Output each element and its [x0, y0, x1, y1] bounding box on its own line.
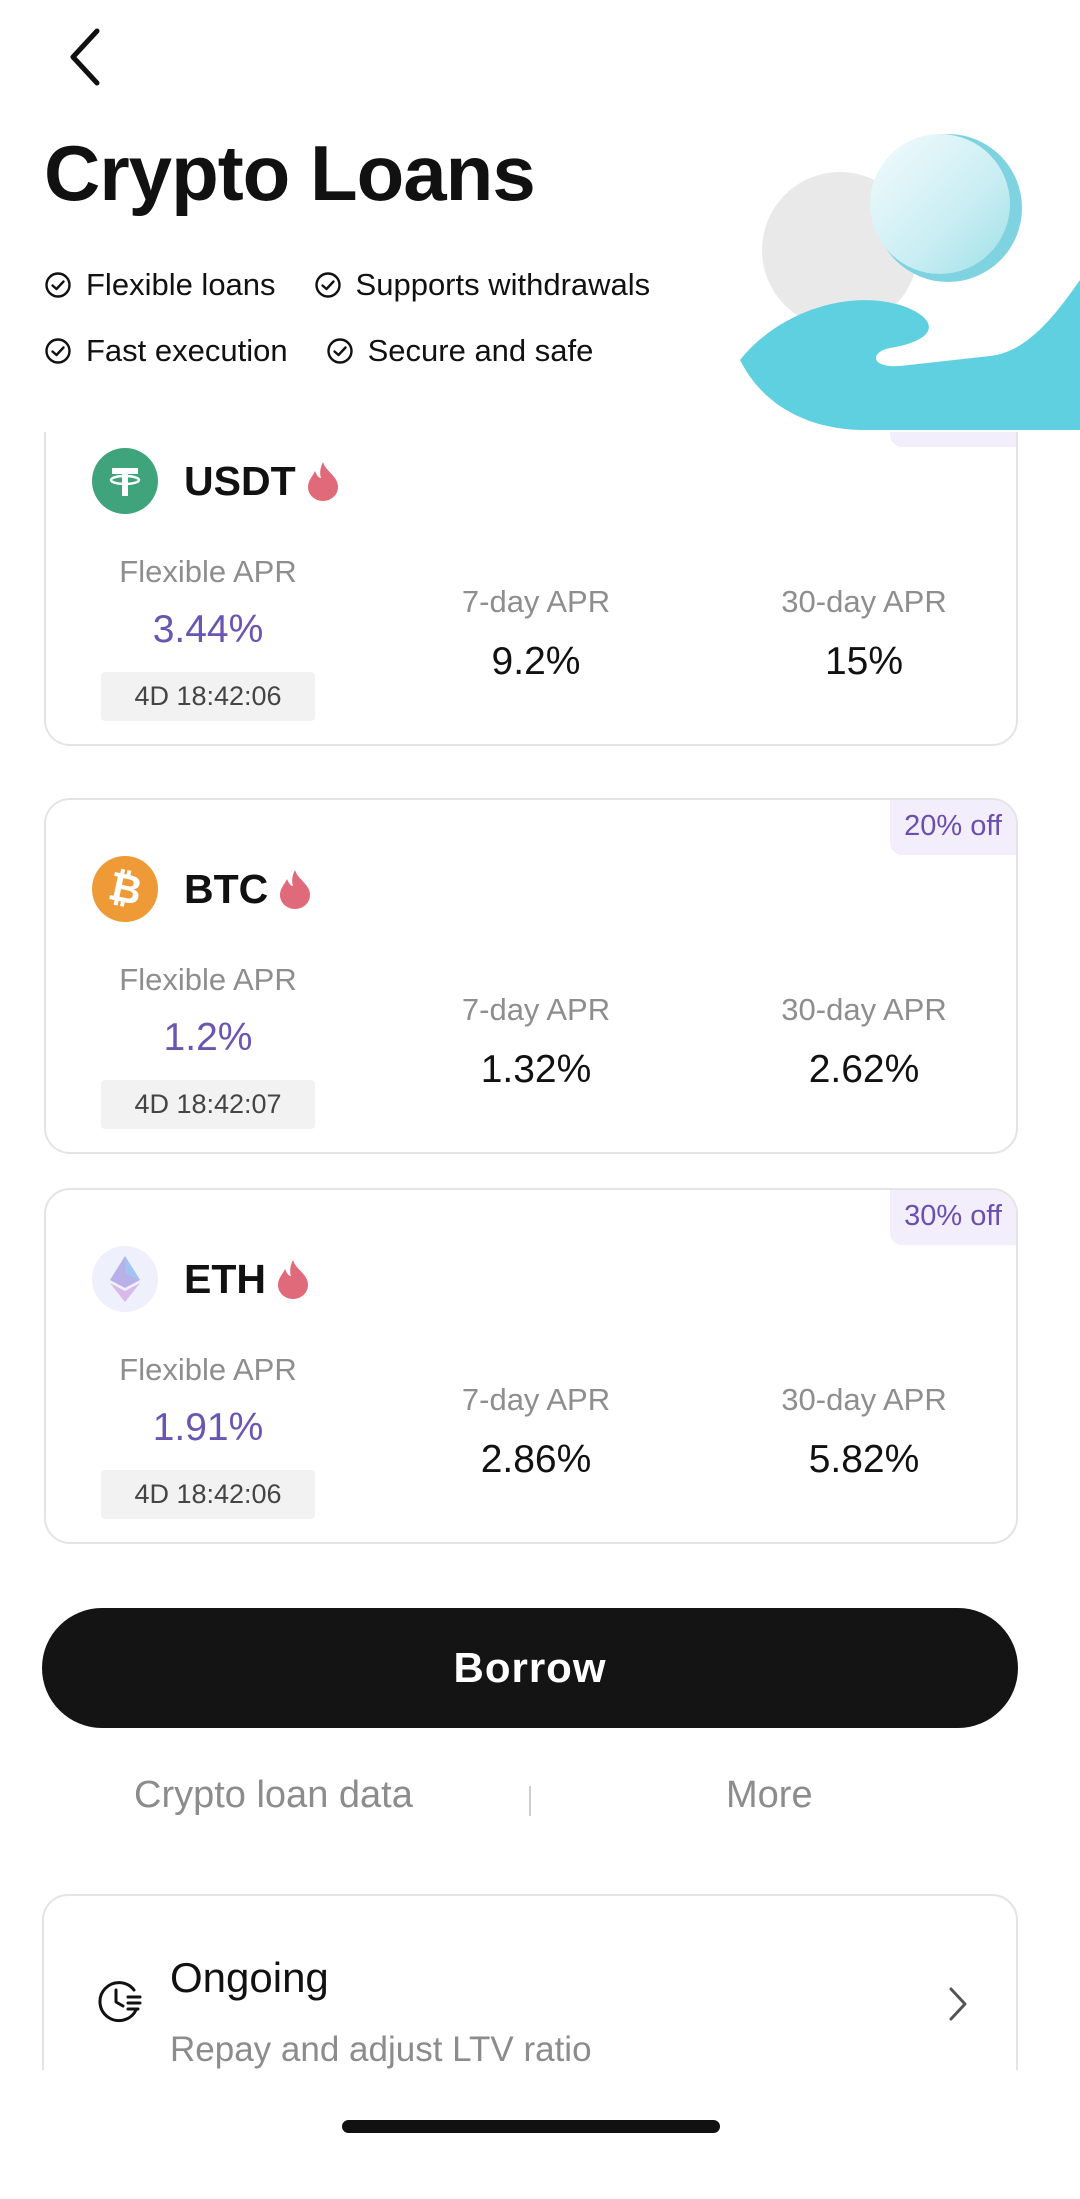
secondary-links: Crypto loan data More: [0, 1764, 1080, 1834]
page-title: Crypto Loans: [44, 129, 536, 217]
check-circle-icon: [314, 272, 341, 298]
crypto-loan-data-link[interactable]: Crypto loan data: [134, 1774, 413, 1817]
feature-row: Flexible loans Supports withdrawals: [44, 252, 764, 318]
coin-header: ₿ BTC: [92, 856, 312, 922]
thirty-day-apr-label: 30-day APR: [781, 584, 947, 619]
coin-face-shape: [870, 134, 1010, 274]
coin-name: USDT: [184, 457, 296, 504]
coin-header: USDT: [92, 448, 340, 514]
seven-day-apr-value: 1.32%: [480, 1048, 592, 1091]
clock-list-icon: [98, 1981, 142, 2023]
borrow-button[interactable]: Borrow: [42, 1608, 1018, 1728]
seven-day-apr-column: 7-day APR 1.32%: [396, 992, 676, 1092]
loan-card-btc[interactable]: 20% off ₿ BTC Flexible APR 1.2% 4D 18:42…: [44, 798, 1018, 1154]
flame-icon: [280, 870, 311, 909]
ongoing-section: Ongoing Repay and adjust LTV ratio: [0, 1894, 1080, 2070]
feature-item: Secure and safe: [326, 333, 594, 369]
check-circle-icon: [45, 338, 71, 364]
loan-card-eth[interactable]: 30% off ETH Flexible APR 1.91% 4D 18:42:…: [44, 1188, 1018, 1544]
ongoing-subtitle: Repay and adjust LTV ratio: [170, 2030, 592, 2069]
check-circle-icon: [326, 338, 353, 364]
loan-card-usdt[interactable]: 50% off USDT Flexible APR 3.44% 4D 18:42…: [44, 432, 1018, 746]
thirty-day-apr-column: 30-day APR 5.82%: [724, 1382, 1004, 1482]
thirty-day-apr-label: 30-day APR: [781, 1382, 947, 1417]
back-button[interactable]: [50, 22, 120, 92]
flexible-apr-label: Flexible APR: [119, 1352, 297, 1387]
discount-badge: 20% off: [890, 800, 1016, 855]
feature-item: Flexible loans: [44, 267, 276, 303]
seven-day-apr-label: 7-day APR: [461, 584, 611, 619]
ongoing-card[interactable]: Ongoing Repay and adjust LTV ratio: [42, 1894, 1018, 2070]
home-indicator[interactable]: [342, 2120, 720, 2133]
flexible-apr-column: Flexible APR 3.44% 4D 18:42:06: [88, 554, 328, 721]
seven-day-apr-label: 7-day APR: [461, 1382, 611, 1417]
thirty-day-apr-column: 30-day APR 2.62%: [724, 992, 1004, 1092]
feature-label: Fast execution: [86, 333, 288, 368]
seven-day-apr-column: 7-day APR 2.86%: [396, 1382, 676, 1482]
feature-label: Flexible loans: [86, 267, 276, 302]
countdown-timer: 4D 18:42:06: [101, 672, 315, 721]
countdown-timer: 4D 18:42:06: [101, 1470, 315, 1519]
coin-header: ETH: [92, 1246, 310, 1312]
thirty-day-apr-column: 30-day APR 15%: [724, 584, 1004, 684]
link-divider: [529, 1786, 531, 1816]
coin-name: ETH: [184, 1255, 266, 1302]
more-link[interactable]: More: [726, 1774, 813, 1817]
flexible-apr-column: Flexible APR 1.2% 4D 18:42:07: [88, 962, 328, 1129]
feature-label: Secure and safe: [367, 333, 594, 368]
feature-item: Fast execution: [44, 333, 288, 369]
flexible-apr-label: Flexible APR: [119, 962, 297, 997]
eth-logo-icon: [92, 1246, 158, 1312]
loan-card-list: 50% off USDT Flexible APR 3.44% 4D 18:42…: [0, 432, 1080, 1552]
feature-label: Supports withdrawals: [355, 267, 651, 302]
flexible-apr-column: Flexible APR 1.91% 4D 18:42:06: [88, 1352, 328, 1519]
ongoing-title: Ongoing: [170, 1954, 329, 2001]
seven-day-apr-column: 7-day APR 9.2%: [396, 584, 676, 684]
flexible-apr-value: 1.2%: [163, 1016, 253, 1059]
flame-icon: [278, 1260, 308, 1299]
discount-badge: 50% off: [890, 432, 1016, 447]
feature-item: Supports withdrawals: [314, 267, 651, 303]
feature-row: Fast execution Secure and safe: [44, 318, 764, 384]
thirty-day-apr-value: 2.62%: [808, 1048, 920, 1091]
chevron-left-icon: [70, 28, 100, 86]
thirty-day-apr-label: 30-day APR: [781, 992, 947, 1027]
seven-day-apr-value: 2.86%: [480, 1438, 592, 1481]
check-circle-icon: [45, 272, 71, 298]
discount-badge: 30% off: [890, 1190, 1016, 1245]
countdown-timer: 4D 18:42:07: [101, 1080, 315, 1129]
flexible-apr-label: Flexible APR: [119, 554, 297, 589]
coin-name: BTC: [184, 865, 269, 912]
flexible-apr-value: 3.44%: [152, 608, 264, 651]
feature-list: Flexible loans Supports withdrawals Fast…: [44, 252, 764, 384]
flame-icon: [307, 462, 338, 501]
hero-illustration: [740, 134, 1080, 430]
thirty-day-apr-value: 5.82%: [808, 1438, 920, 1481]
usdt-logo-icon: [92, 448, 158, 514]
seven-day-apr-value: 9.2%: [491, 640, 581, 683]
thirty-day-apr-value: 15%: [824, 640, 904, 683]
btc-logo-icon: ₿: [92, 856, 158, 922]
flexible-apr-value: 1.91%: [152, 1406, 264, 1449]
chevron-right-icon: [949, 1987, 967, 2021]
seven-day-apr-label: 7-day APR: [461, 992, 611, 1027]
crypto-loans-screen: Crypto Loans Flexible loans Supports wit…: [0, 0, 1080, 2199]
